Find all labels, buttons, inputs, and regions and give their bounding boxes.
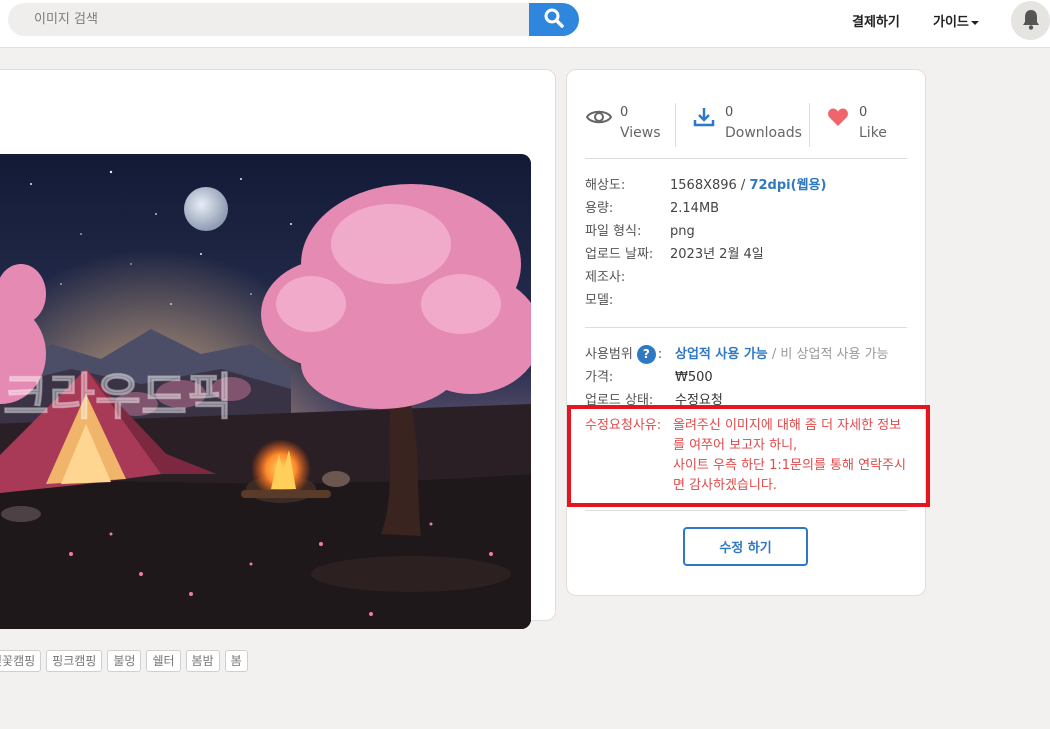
tag-list: 벚꽃캠핑 핑크캠핑 불멍 쉘터 봄밤 봄 xyxy=(0,650,248,672)
nav-guide-dropdown[interactable]: 가이드 xyxy=(933,11,979,30)
file-info: 해상도: 1568X896 / 72dpi(웹용) 용량: 2.14MB 파일 형식… xyxy=(585,174,826,312)
price-label: 가격: xyxy=(585,370,614,385)
tag-item[interactable]: 핑크캠핑 xyxy=(46,650,103,672)
size-value: 2.14MB xyxy=(670,201,720,216)
search-button[interactable] xyxy=(529,3,579,36)
search-bar xyxy=(8,3,579,36)
views-count: 0 xyxy=(620,105,629,120)
preview-image[interactable]: 크라우드픽 xyxy=(0,154,531,629)
usage-scope-label: 사용범위 xyxy=(585,347,633,362)
downloads-count: 0 xyxy=(725,105,734,120)
noncommercial-use: / 비 상업적 사용 가능 xyxy=(771,347,889,362)
size-label: 용량: xyxy=(585,201,614,216)
divider xyxy=(585,158,907,159)
views-stat: 0 Views xyxy=(585,103,675,147)
downloads-label: Downloads xyxy=(725,125,802,141)
detail-card: 0 Views 0 Downloads 0 Like 해상도:1568X896 xyxy=(566,69,926,596)
search-input[interactable] xyxy=(8,3,529,36)
search-icon xyxy=(544,8,564,31)
watermark-text: 크라우드픽 xyxy=(3,368,233,426)
stats-row: 0 Views 0 Downloads 0 Like xyxy=(585,103,908,161)
likes-stat[interactable]: 0 Like xyxy=(809,103,887,147)
tag-item[interactable]: 쉘터 xyxy=(146,650,181,672)
help-icon[interactable]: ? xyxy=(636,345,656,364)
upload-date-label: 업로드 날짜: xyxy=(585,247,654,262)
tag-item[interactable]: 봄밤 xyxy=(185,650,220,672)
resolution-dpi: 72dpi(웹용) xyxy=(749,178,827,193)
nav-guide-label: 가이드 xyxy=(933,15,969,30)
likes-count: 0 xyxy=(859,105,868,120)
divider xyxy=(585,510,907,511)
heart-icon[interactable] xyxy=(824,104,851,130)
tag-item[interactable]: 불멍 xyxy=(107,650,142,672)
tag-item[interactable]: 벚꽃캠핑 xyxy=(0,650,42,672)
download-icon xyxy=(690,104,717,130)
image-card: 크라우드픽 벚꽃캠핑 핑크캠핑 불멍 쉘터 봄밤 봄 xyxy=(0,69,556,672)
highlight-annotation xyxy=(567,405,930,507)
likes-label: Like xyxy=(859,125,887,141)
nav-payment-link[interactable]: 결제하기 xyxy=(852,11,900,30)
bell-icon xyxy=(1021,8,1041,34)
resolution-value: 1568X896 / xyxy=(670,178,746,193)
model-label: 모델: xyxy=(585,293,614,308)
divider xyxy=(585,327,907,328)
resolution-label: 해상도: xyxy=(585,178,626,193)
format-value: png xyxy=(670,224,695,239)
tag-item[interactable]: 봄 xyxy=(224,650,248,672)
notification-button[interactable] xyxy=(1011,1,1050,40)
commercial-use: 상업적 사용 가능 xyxy=(675,347,768,362)
maker-label: 제조사: xyxy=(585,270,626,285)
top-header: 결제하기 가이드 xyxy=(0,0,1050,48)
format-label: 파일 형식: xyxy=(585,224,642,239)
downloads-stat: 0 Downloads xyxy=(675,103,809,147)
caret-down-icon xyxy=(970,20,979,25)
usage-info: 사용범위?: 상업적 사용 가능 / 비 상업적 사용 가능 가격: ₩500 업… xyxy=(585,343,889,412)
edit-button[interactable]: 수정 하기 xyxy=(683,527,808,566)
eye-icon xyxy=(585,104,612,130)
views-label: Views xyxy=(620,125,661,141)
upload-date-value: 2023년 2월 4일 xyxy=(670,247,764,262)
price-value: ₩500 xyxy=(675,370,713,385)
